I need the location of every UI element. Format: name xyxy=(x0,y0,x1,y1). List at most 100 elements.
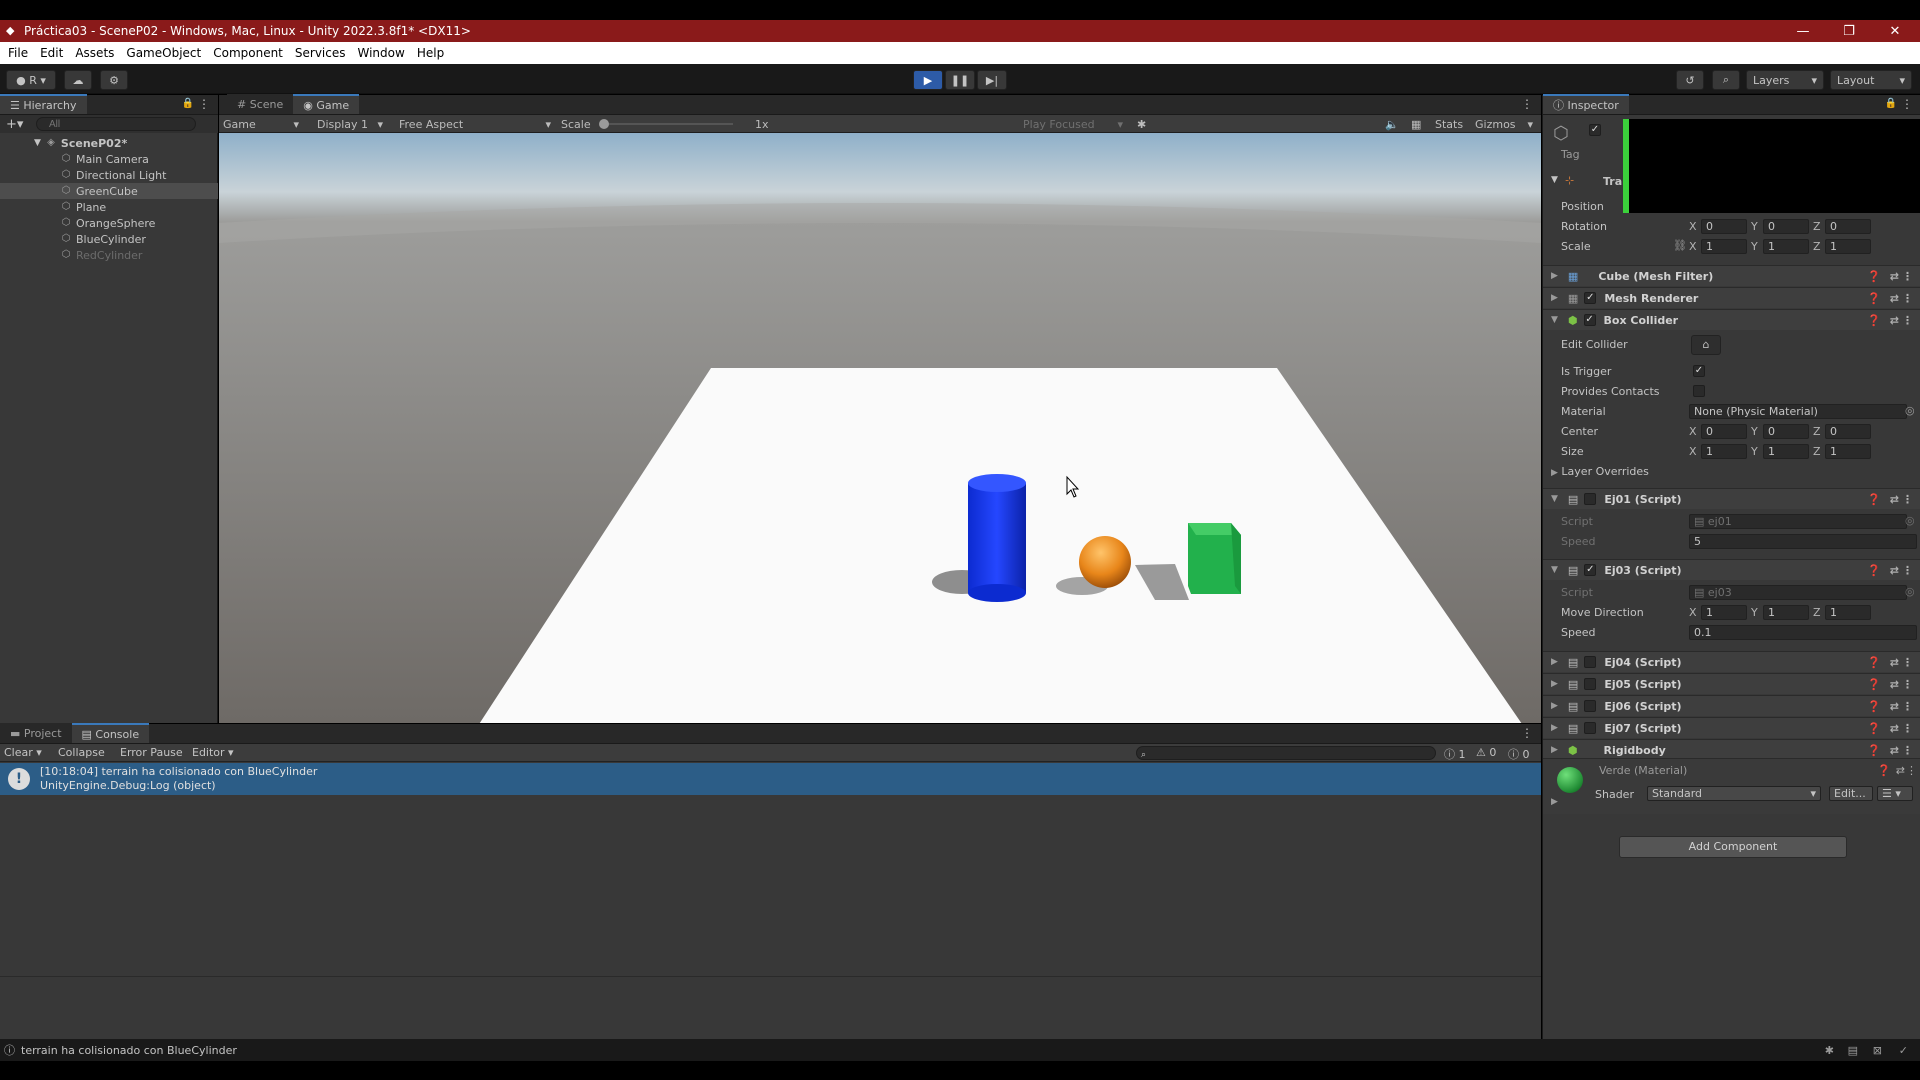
ej05-header[interactable]: ▶ ▤ Ej05 (Script) ❓ ⇄ ⋮ xyxy=(1543,673,1920,694)
more-icon[interactable]: ⋮ xyxy=(1906,764,1917,777)
gameobject-active-checkbox[interactable]: ✓ xyxy=(1589,124,1601,136)
help-icon[interactable]: ❓ xyxy=(1867,493,1881,506)
rotation-y-input[interactable]: 0 xyxy=(1763,219,1809,234)
speaker-icon[interactable]: 🔈 xyxy=(1385,117,1399,131)
shader-menu-button[interactable]: ☰ ▾ xyxy=(1877,786,1913,801)
hierarchy-search-input[interactable] xyxy=(36,117,196,131)
size-y-axis-label[interactable]: Y xyxy=(1751,445,1758,458)
mesh-renderer-enabled-checkbox[interactable]: ✓ xyxy=(1584,292,1597,304)
hierarchy-item[interactable]: ⬡ GreenCube xyxy=(0,183,218,199)
scale-y-axis-label[interactable]: Y xyxy=(1751,240,1758,253)
preset-icon[interactable]: ⇄ xyxy=(1890,314,1899,327)
play-focused-dropdown[interactable]: Play Focused ▾ xyxy=(1023,117,1123,131)
ej03-speed-input[interactable]: 0.1 xyxy=(1689,625,1917,640)
size-x-input[interactable]: 1 xyxy=(1701,444,1747,459)
clear-button[interactable]: Clear ▾ xyxy=(4,746,42,759)
rotation-z-axis-label[interactable]: Z xyxy=(1813,220,1821,233)
size-z-axis-label[interactable]: Z xyxy=(1813,445,1821,458)
menu-assets[interactable]: Assets xyxy=(71,46,122,60)
preset-icon[interactable]: ⇄ xyxy=(1890,678,1899,691)
center-y-axis-label[interactable]: Y xyxy=(1751,425,1758,438)
scale-slider[interactable] xyxy=(599,117,735,131)
tab-project[interactable]: ▬ Project xyxy=(0,723,72,743)
center-z-input[interactable]: 0 xyxy=(1825,424,1871,439)
object-picker-icon[interactable]: ◎ xyxy=(1905,404,1915,417)
slider-thumb[interactable] xyxy=(599,119,609,129)
is-trigger-checkbox[interactable]: ✓ xyxy=(1693,365,1705,377)
menu-services[interactable]: Services xyxy=(291,46,354,60)
help-icon[interactable]: ❓ xyxy=(1867,564,1881,577)
menu-gameobject[interactable]: GameObject xyxy=(122,46,209,60)
preset-icon[interactable]: ⇄ xyxy=(1890,292,1899,305)
editor-dropdown[interactable]: Editor ▾ xyxy=(192,746,234,759)
display-dropdown[interactable]: Display 1 ▾ xyxy=(317,117,383,131)
ej01-speed-input[interactable]: 5 xyxy=(1689,534,1917,549)
scale-x-axis-label[interactable]: X xyxy=(1689,240,1697,253)
check-icon[interactable]: ✓ xyxy=(1899,1044,1908,1057)
move-direction-y-axis-label[interactable]: Y xyxy=(1751,606,1758,619)
ej07-header[interactable]: ▶ ▤ Ej07 (Script) ❓ ⇄ ⋮ xyxy=(1543,717,1920,738)
warn-count-toggle[interactable]: ⚠ 0 xyxy=(1476,746,1496,759)
rotation-x-axis-label[interactable]: X xyxy=(1689,220,1697,233)
minimize-button[interactable]: — xyxy=(1780,20,1826,42)
physic-material-field[interactable]: None (Physic Material) xyxy=(1689,404,1907,419)
layout-dropdown[interactable]: Layout ▾ xyxy=(1830,70,1912,90)
chevron-down-icon[interactable]: ▼ xyxy=(1551,175,1558,185)
play-button[interactable]: ▶ xyxy=(913,70,943,90)
error-count-toggle[interactable]: ⓘ 0 xyxy=(1508,746,1530,762)
undo-history-button[interactable]: ↺ xyxy=(1676,70,1704,90)
hierarchy-item[interactable]: ⬡ Main Camera xyxy=(0,151,218,167)
ej06-enabled-checkbox[interactable] xyxy=(1584,700,1597,712)
move-direction-x-input[interactable]: 1 xyxy=(1701,605,1747,620)
tab-hierarchy[interactable]: ☰ Hierarchy xyxy=(0,94,87,114)
more-icon[interactable]: ⋮ xyxy=(1902,678,1913,691)
preset-icon[interactable]: ⇄ xyxy=(1890,493,1899,506)
pause-button[interactable]: ❚❚ xyxy=(945,70,975,90)
hierarchy-item[interactable]: ⬡ OrangeSphere xyxy=(0,215,218,231)
box-collider-enabled-checkbox[interactable]: ✓ xyxy=(1583,314,1596,326)
help-icon[interactable]: ❓ xyxy=(1867,678,1881,691)
hierarchy-item[interactable]: ⬡ RedCylinder xyxy=(0,247,218,263)
aspect-dropdown[interactable]: Free Aspect ▾ xyxy=(399,117,551,131)
help-icon[interactable]: ❓ xyxy=(1867,722,1881,735)
scale-z-axis-label[interactable]: Z xyxy=(1813,240,1821,253)
database-icon[interactable]: ▤ xyxy=(1848,1044,1858,1057)
scale-x-input[interactable]: 1 xyxy=(1701,239,1747,254)
step-button[interactable]: ▶| xyxy=(977,70,1007,90)
gizmos-dropdown[interactable]: Gizmos ▾ xyxy=(1475,117,1533,131)
network-icon[interactable]: ⊠ xyxy=(1873,1044,1882,1057)
center-x-axis-label[interactable]: X xyxy=(1689,425,1697,438)
tab-console[interactable]: ▤ Console xyxy=(71,723,150,743)
search-button[interactable]: ⌕ xyxy=(1712,70,1740,90)
ej06-header[interactable]: ▶ ▤ Ej06 (Script) ❓ ⇄ ⋮ xyxy=(1543,695,1920,716)
center-y-input[interactable]: 0 xyxy=(1763,424,1809,439)
center-z-axis-label[interactable]: Z xyxy=(1813,425,1821,438)
menu-help[interactable]: Help xyxy=(413,46,452,60)
hierarchy-item[interactable]: ⬡ Directional Light xyxy=(0,167,218,183)
more-icon[interactable]: ⋮ xyxy=(1902,656,1913,669)
more-icon[interactable]: ⋮ xyxy=(1902,493,1913,506)
ej01-script-header[interactable]: ▼ ▤ Ej01 (Script) ❓ ⇄ ⋮ xyxy=(1543,488,1920,509)
preset-icon[interactable]: ⇄ xyxy=(1890,270,1899,283)
rotation-z-input[interactable]: 0 xyxy=(1825,219,1871,234)
link-icon[interactable]: ⛓ xyxy=(1673,239,1687,252)
rigidbody-header[interactable]: ▶ ⬢ Rigidbody ❓ ⇄ ⋮ xyxy=(1543,739,1920,760)
help-icon[interactable]: ❓ xyxy=(1867,270,1881,283)
preset-icon[interactable]: ⇄ xyxy=(1890,722,1899,735)
hierarchy-item[interactable]: ⬡ Plane xyxy=(0,199,218,215)
help-icon[interactable]: ❓ xyxy=(1867,314,1881,327)
collab-button[interactable]: ⚙ xyxy=(100,70,128,90)
ej04-enabled-checkbox[interactable] xyxy=(1584,656,1597,668)
provides-contacts-checkbox[interactable] xyxy=(1693,385,1705,397)
mesh-filter-header[interactable]: ▶ ▦ Cube (Mesh Filter) ❓ ⇄ ⋮ xyxy=(1543,265,1920,286)
more-icon[interactable]: ⋮ xyxy=(1902,744,1913,757)
size-z-input[interactable]: 1 xyxy=(1825,444,1871,459)
menu-window[interactable]: Window xyxy=(354,46,413,60)
preset-icon[interactable]: ⇄ xyxy=(1890,656,1899,669)
layer-overrides-foldout[interactable]: ▶ Layer Overrides xyxy=(1551,465,1649,478)
preset-icon[interactable]: ⇄ xyxy=(1890,700,1899,713)
layers-dropdown[interactable]: Layers ▾ xyxy=(1746,70,1824,90)
more-icon[interactable]: ⋮ xyxy=(198,97,210,111)
more-icon[interactable]: ⋮ xyxy=(1521,97,1533,111)
log-entry-selected[interactable]: ! [10:18:04] terrain ha colisionado con … xyxy=(0,763,1541,795)
